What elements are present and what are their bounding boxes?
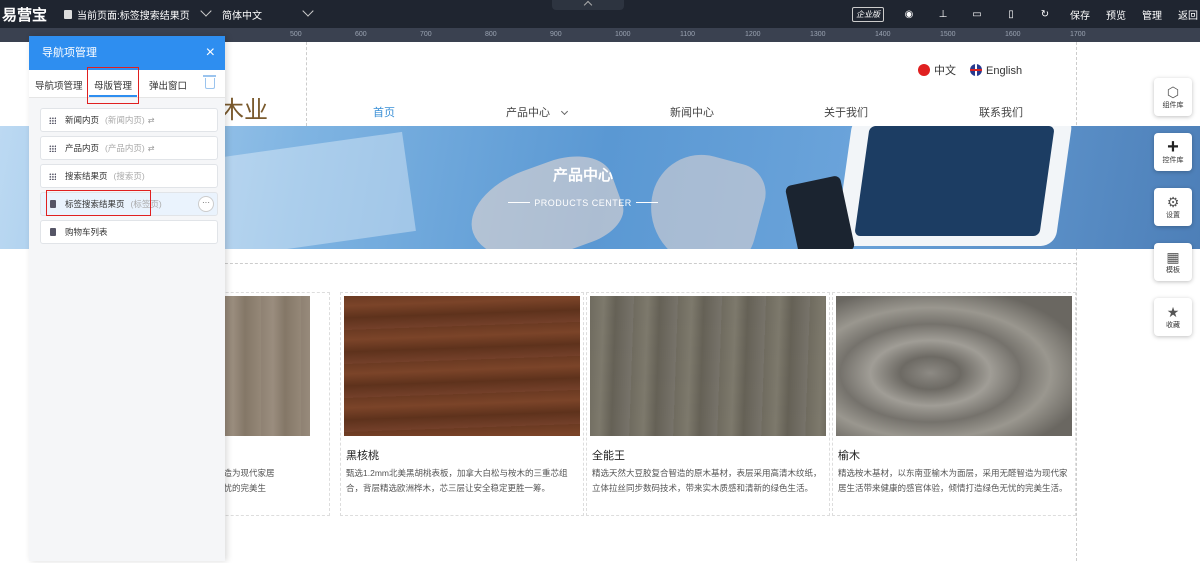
ruler-tick: 1000 [615, 31, 631, 38]
language-switch: 中文 English [918, 62, 1022, 78]
component-library-button[interactable]: ⬡ 组件库 [1154, 78, 1192, 116]
ruler-tick: 1300 [810, 31, 826, 38]
chevron-down-icon[interactable] [302, 5, 314, 17]
master-page-item[interactable]: 购物车列表 [40, 220, 218, 244]
product-card[interactable]: 黑核桃 甄选1.2mm北美黑胡桃表板，加拿大白松与桉木的三重芯组合，背层精选欧洲… [340, 292, 584, 516]
desktop-icon[interactable]: ▭ [960, 0, 994, 28]
ruler-tick: 700 [420, 31, 432, 38]
nav-products[interactable]: 产品中心 [506, 104, 569, 120]
gear-icon: ⚙ [1166, 194, 1180, 210]
nav-manager-panel: 导航项管理 × 导航项管理 母版管理 弹出窗口 新闻内页 (新闻内页) ⇄ 产品内页… [29, 36, 225, 561]
toolbar-actions: 企业版 ◉ ⊥ ▭ ▯ ↻ 保存 预览 管理 返回 [844, 0, 1200, 28]
nav-about[interactable]: 关于我们 [824, 104, 868, 120]
eye-icon[interactable]: ◉ [892, 0, 926, 28]
grid-icon: ▦ [1166, 249, 1180, 265]
tab-nav-items[interactable]: 导航项管理 [35, 78, 83, 92]
back-button[interactable]: 返回 [1170, 0, 1200, 28]
plus-icon: + [1167, 136, 1179, 158]
product-name[interactable]: 全能王 [592, 447, 625, 463]
link-icon: ⇄ [147, 116, 155, 125]
ruler-tick: 1400 [875, 31, 891, 38]
chevron-down-icon [560, 107, 569, 116]
editor-toolbar: 易营宝 当前页面:标签搜索结果页 简体中文 企业版 ◉ ⊥ ▭ ▯ ↻ 保存 预… [0, 0, 1200, 28]
save-button[interactable]: 保存 [1062, 0, 1098, 28]
product-name[interactable]: 榆木 [838, 447, 860, 463]
ruler-tick: 1700 [1070, 31, 1086, 38]
ruler-tick: 1100 [680, 31, 696, 38]
link-icon: ⇄ [147, 144, 155, 153]
ruler-tick: 500 [290, 31, 302, 38]
preview-button[interactable]: 预览 [1098, 0, 1134, 28]
current-page-selector[interactable]: 当前页面:标签搜索结果页 [64, 0, 214, 28]
ruler-tick: 1500 [940, 31, 956, 38]
product-desc: 精选桉木基材，以东南亚榆木为面层，采用无醛智造为现代家居生活带来健康的感官体验，… [838, 468, 1068, 493]
product-card[interactable]: 榆木 精选桉木基材，以东南亚榆木为面层，采用无醛智造为现代家居生活带来健康的感官… [832, 292, 1076, 516]
widget-library-button[interactable]: + 控件库 [1154, 133, 1192, 171]
nav-news[interactable]: 新闻中心 [670, 104, 714, 120]
nav-home[interactable]: 首页 [373, 104, 395, 120]
collapse-toolbar-tab[interactable] [552, 0, 624, 10]
china-flag-icon [918, 64, 930, 76]
align-icon[interactable]: ⊥ [926, 0, 960, 28]
product-image[interactable] [590, 296, 826, 436]
page-icon [64, 9, 72, 19]
master-page-item[interactable]: 搜索结果页 (搜索页) [40, 164, 218, 188]
favorites-button[interactable]: ★ 收藏 [1154, 298, 1192, 336]
ruler-tick: 800 [485, 31, 497, 38]
language-selector[interactable]: 简体中文 [222, 0, 262, 28]
master-page-item[interactable]: 新闻内页 (新闻内页) ⇄ [40, 108, 218, 132]
highlight-box [46, 190, 151, 216]
highlight-box [87, 67, 139, 104]
drag-handle-icon[interactable] [49, 145, 56, 152]
right-dock: ⬡ 组件库 + 控件库 ⚙ 设置 ▦ 模板 ★ 收藏 [1154, 78, 1192, 353]
star-icon: ★ [1166, 304, 1180, 320]
product-image[interactable] [836, 296, 1072, 436]
app-logo: 易营宝 [2, 7, 48, 24]
product-card[interactable]: 全能王 精选天然大豆胶复合智造的原木基材，表层采用高清木纹纸，立体拉丝同步数码技… [586, 292, 830, 516]
cube-icon: ⬡ [1166, 84, 1180, 100]
drag-handle-icon[interactable] [49, 173, 56, 180]
template-button[interactable]: ▦ 模板 [1154, 243, 1192, 281]
lang-cn-link[interactable]: 中文 [918, 62, 956, 78]
ruler-tick: 600 [355, 31, 367, 38]
drag-handle-icon[interactable] [49, 117, 56, 124]
language-label: 简体中文 [222, 10, 262, 22]
product-image[interactable] [344, 296, 580, 436]
manage-button[interactable]: 管理 [1134, 0, 1170, 28]
ruler-tick: 1600 [1005, 31, 1021, 38]
mobile-icon[interactable]: ▯ [994, 0, 1028, 28]
trash-icon[interactable] [203, 75, 216, 89]
panel-header: 导航项管理 × [29, 36, 225, 70]
ruler-tick: 900 [550, 31, 562, 38]
lang-en-link[interactable]: English [970, 63, 1022, 77]
uk-flag-icon [970, 63, 982, 76]
ruler-tick: 1200 [745, 31, 761, 38]
product-list: 采用无甓智造为现代家居 打造绿色无忧的完美生 黑核桃 甄选1.2mm北美黑胡桃表… [180, 263, 1076, 563]
edition-badge: 企业版 [844, 0, 892, 28]
page-icon [50, 228, 56, 236]
product-desc: 甄选1.2mm北美黑胡桃表板，加拿大白松与桉木的三重芯组合，背层精选欧洲桦木，芯… [346, 468, 568, 493]
current-page-label: 当前页面:标签搜索结果页 [77, 10, 190, 22]
settings-button[interactable]: ⚙ 设置 [1154, 188, 1192, 226]
product-desc: 精选天然大豆胶复合智造的原木基材，表层采用高清木纹纸，立体拉丝同步数码技术，带来… [592, 468, 822, 493]
tab-popups[interactable]: 弹出窗口 [149, 78, 187, 92]
refresh-icon[interactable]: ↻ [1028, 0, 1062, 28]
close-icon[interactable]: × [206, 36, 215, 70]
panel-title: 导航项管理 [42, 47, 97, 59]
master-page-item[interactable]: 产品内页 (产品内页) ⇄ [40, 136, 218, 160]
more-options-icon[interactable]: ··· [198, 196, 214, 212]
product-name[interactable]: 黑核桃 [346, 447, 379, 463]
nav-contact[interactable]: 联系我们 [979, 104, 1023, 120]
